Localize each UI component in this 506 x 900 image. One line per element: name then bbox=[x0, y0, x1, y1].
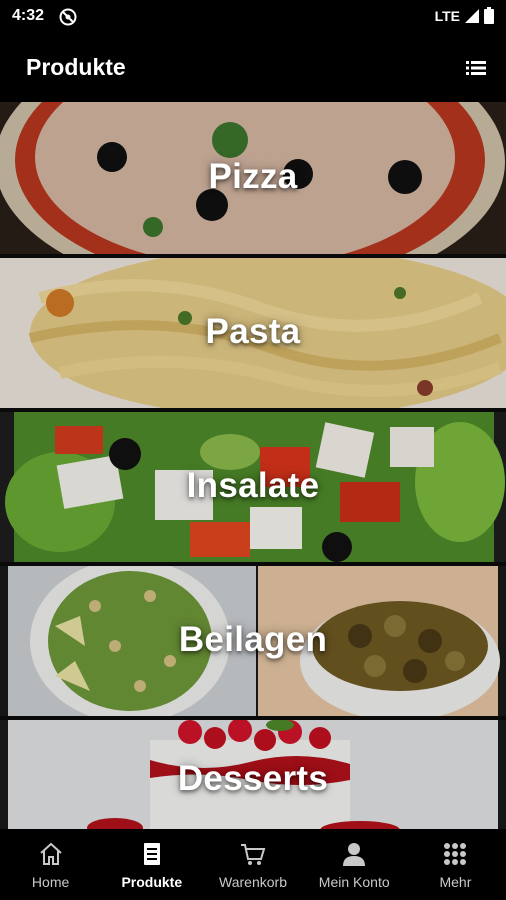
page-title: Produkte bbox=[26, 54, 126, 80]
nav-warenkorb[interactable]: Warenkorb bbox=[202, 829, 303, 900]
status-indicators: LTE bbox=[435, 7, 494, 24]
nav-mein-konto-label: Mein Konto bbox=[318, 874, 390, 890]
status-bar: 4:32 LTE bbox=[0, 0, 506, 34]
category-label-insalate: Insalate bbox=[186, 466, 320, 506]
nav-home-label: Home bbox=[31, 874, 70, 890]
category-label-pizza: Pizza bbox=[208, 157, 298, 197]
category-label-desserts: Desserts bbox=[177, 759, 329, 799]
nav-mehr-label: Mehr bbox=[439, 874, 472, 890]
category-tile-beilagen[interactable]: Beilagen bbox=[0, 566, 506, 716]
category-label-beilagen: Beilagen bbox=[178, 620, 328, 660]
person-icon bbox=[343, 843, 366, 866]
list-view-icon[interactable] bbox=[464, 56, 488, 80]
bottom-navigation: Home Produkte Warenkorb Mein Konto Mehr bbox=[0, 829, 506, 900]
category-tile-pasta[interactable]: Pasta bbox=[0, 258, 506, 408]
network-type: LTE bbox=[434, 7, 460, 24]
signal-icon bbox=[465, 8, 479, 23]
nav-produkte[interactable]: Produkte bbox=[101, 829, 202, 900]
nav-mein-konto[interactable]: Mein Konto bbox=[304, 829, 405, 900]
home-icon bbox=[39, 842, 62, 865]
grid-icon bbox=[444, 843, 467, 865]
nav-warenkorb-label: Warenkorb bbox=[219, 874, 287, 890]
category-label-pasta: Pasta bbox=[205, 312, 301, 352]
battery-icon bbox=[484, 7, 494, 24]
cart-icon bbox=[241, 844, 266, 865]
nav-home[interactable]: Home bbox=[0, 829, 101, 900]
nav-produkte-label: Produkte bbox=[121, 874, 183, 890]
category-tile-desserts[interactable]: Desserts bbox=[0, 720, 506, 829]
category-tile-insalate[interactable]: Insalate bbox=[0, 412, 506, 562]
category-list: Pizza Pasta Insalate Beilagen Desserts bbox=[0, 102, 506, 829]
category-tile-pizza[interactable]: Pizza bbox=[0, 102, 506, 254]
status-time: 4:32 bbox=[12, 7, 45, 24]
menu-card-icon bbox=[143, 843, 160, 865]
app-bar: Produkte bbox=[0, 34, 506, 102]
do-not-disturb-icon bbox=[59, 8, 77, 26]
nav-mehr[interactable]: Mehr bbox=[405, 829, 506, 900]
